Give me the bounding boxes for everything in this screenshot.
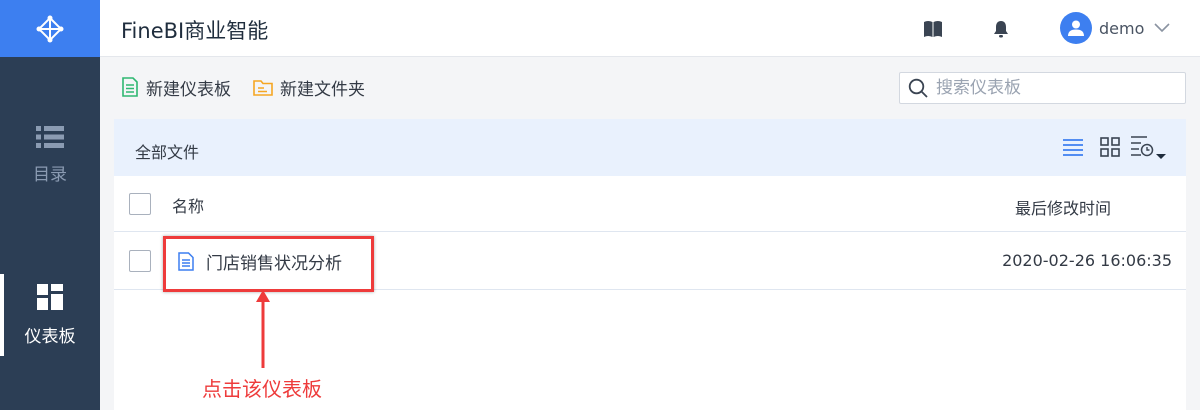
new-dashboard-button[interactable]: 新建仪表板	[121, 75, 231, 100]
new-dashboard-label: 新建仪表板	[146, 79, 231, 100]
app-window: 目录 仪表板 FineBI商业智能 demo 新建仪表板 新建文件夹 搜索仪表板…	[0, 0, 1200, 410]
new-dashboard-icon	[122, 77, 138, 97]
username: demo	[1099, 18, 1145, 38]
column-header-name[interactable]: 名称	[172, 193, 204, 217]
logo[interactable]	[0, 0, 100, 57]
app-title: FineBI商业智能	[121, 19, 269, 43]
table-header: 名称 最后修改时间	[114, 176, 1186, 232]
list-icon	[36, 125, 64, 148]
sidebar-item-label: 目录	[33, 164, 67, 185]
active-indicator	[0, 274, 4, 356]
modified-time: 2020-02-26 16:06:35	[1002, 251, 1172, 270]
header: FineBI商业智能 demo	[100, 0, 1200, 57]
search-icon	[908, 78, 928, 98]
annotation-arrow-icon	[256, 290, 270, 368]
sidebar-item-dashboard[interactable]: 仪表板	[0, 260, 100, 370]
breadcrumb[interactable]: 全部文件	[135, 139, 199, 163]
sidebar: 目录 仪表板	[0, 0, 100, 410]
annotation-label: 点击该仪表板	[202, 377, 322, 401]
toolbar: 新建仪表板 新建文件夹	[100, 57, 1200, 119]
breadcrumb-bar: 全部文件	[114, 119, 1186, 176]
column-header-modified[interactable]: 最后修改时间	[1015, 195, 1111, 219]
sidebar-item-catalog[interactable]: 目录	[0, 100, 100, 210]
avatar	[1060, 12, 1092, 44]
finebi-logo-icon	[36, 15, 64, 42]
chevron-down-icon	[1154, 23, 1170, 33]
notification-bell-icon[interactable]	[990, 18, 1012, 40]
new-folder-label: 新建文件夹	[280, 79, 365, 100]
grid-view-icon[interactable]	[1099, 136, 1121, 158]
list-view-icon[interactable]	[1062, 136, 1084, 158]
select-all-checkbox[interactable]	[129, 193, 151, 215]
user-menu[interactable]: demo	[1060, 12, 1170, 44]
help-book-icon[interactable]	[922, 18, 944, 40]
new-folder-button[interactable]: 新建文件夹	[253, 75, 365, 100]
search-box	[899, 72, 1186, 104]
user-icon	[1068, 20, 1084, 36]
new-folder-icon	[253, 80, 273, 96]
dashboard-icon	[37, 283, 63, 310]
annotation-highlight-box	[163, 236, 374, 292]
search-input[interactable]	[936, 78, 1176, 98]
sort-by-time-icon[interactable]	[1130, 136, 1170, 159]
row-checkbox[interactable]	[129, 250, 151, 272]
sidebar-item-label: 仪表板	[24, 326, 76, 347]
